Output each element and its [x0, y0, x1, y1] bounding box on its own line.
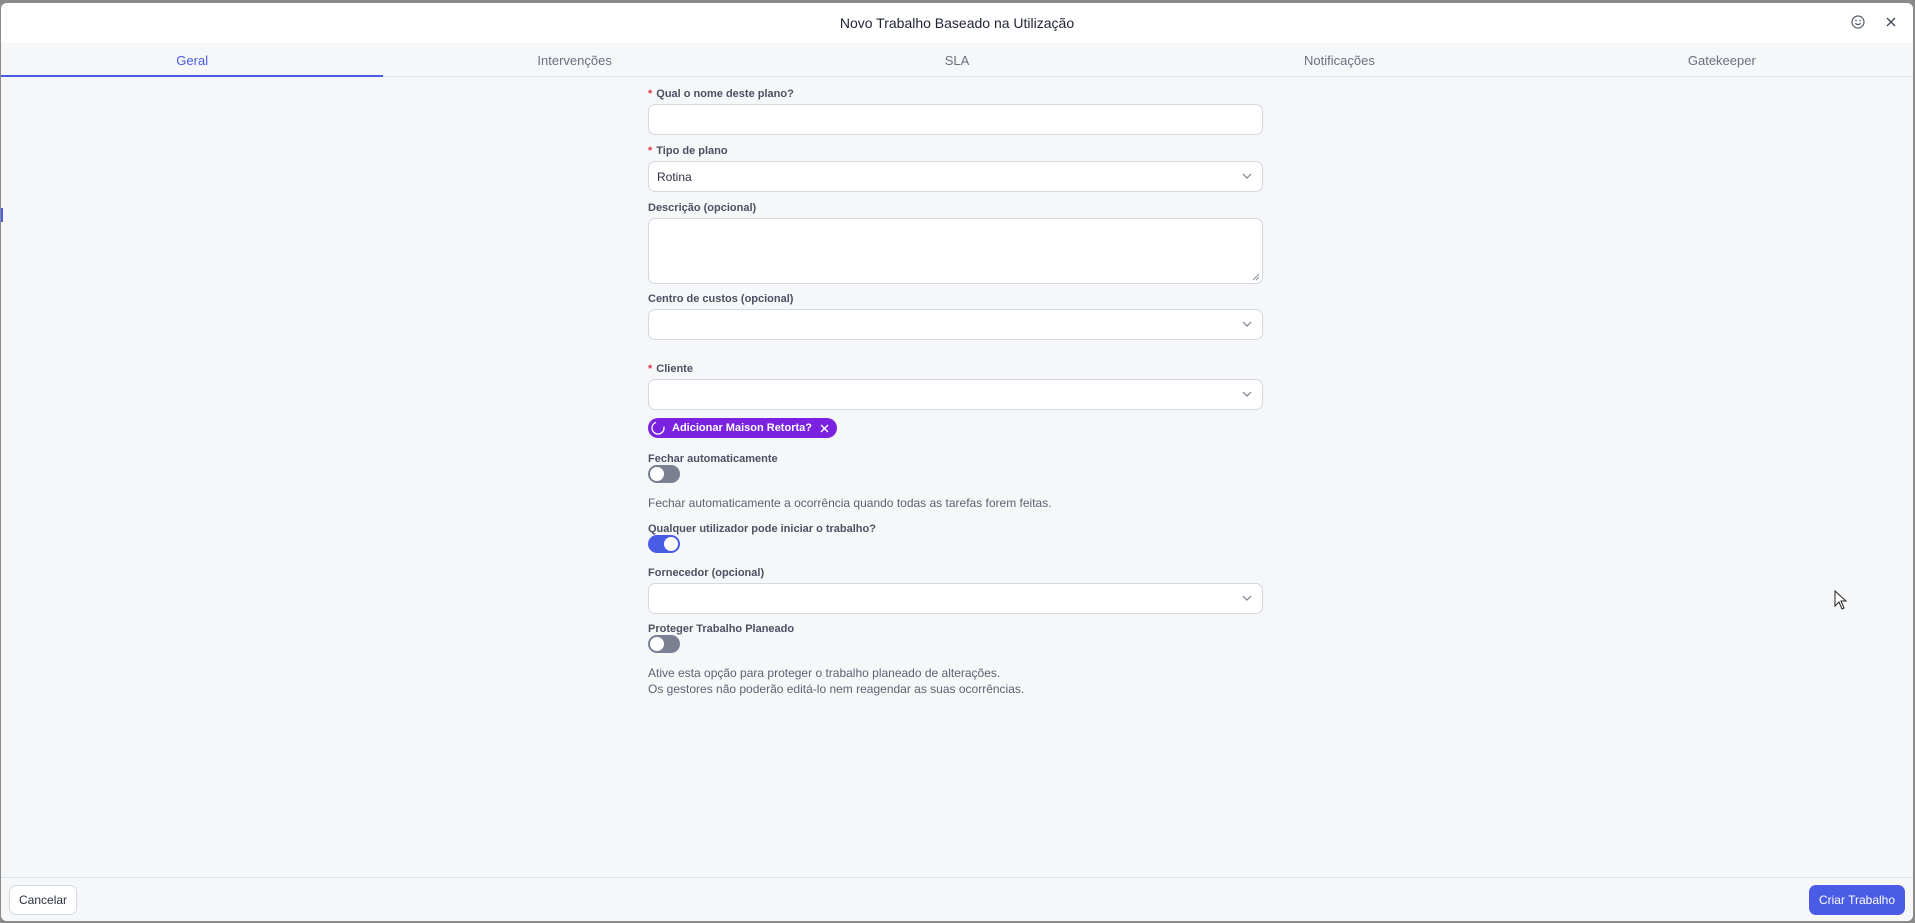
- auto-close-help: Fechar automaticamente a ocorrência quan…: [648, 496, 1052, 510]
- tab-geral[interactable]: Geral: [1, 43, 384, 77]
- tab-bar: Geral Intervenções SLA Notificações Gate…: [1, 43, 1913, 77]
- add-client-suggestion-chip[interactable]: Adicionar Maison Retorta?: [648, 418, 837, 438]
- plan-type-value: Rotina: [657, 170, 692, 184]
- plan-name-input[interactable]: [648, 104, 1263, 135]
- smiley-icon[interactable]: [1849, 13, 1867, 31]
- tab-notificacoes[interactable]: Notificações: [1148, 43, 1530, 76]
- cost-center-select[interactable]: [648, 309, 1263, 340]
- description-field: Descrição (opcional): [648, 201, 1264, 284]
- close-icon[interactable]: [1882, 13, 1900, 31]
- create-job-button[interactable]: Criar Trabalho: [1808, 885, 1905, 915]
- chevron-down-icon: [1242, 391, 1252, 397]
- client-label: * Cliente: [648, 363, 693, 375]
- plan-type-select[interactable]: Rotina: [648, 161, 1263, 192]
- cancel-button[interactable]: Cancelar: [9, 885, 78, 915]
- auto-close-toggle[interactable]: [648, 465, 680, 483]
- protect-field: Proteger Trabalho Planeado: [648, 622, 1264, 636]
- protect-help-line2: Os gestores não poderão editá-lo nem rea…: [648, 682, 1025, 696]
- plan-name-label: * Qual o nome deste plano?: [648, 88, 794, 100]
- any-user-field: Qualquer utilizador pode iniciar o traba…: [648, 522, 1264, 536]
- title-bar: Novo Trabalho Baseado na Utilização: [1, 3, 1913, 43]
- chevron-down-icon: [1242, 173, 1252, 179]
- plan-type-label: * Tipo de plano: [648, 145, 728, 157]
- description-textarea[interactable]: [648, 218, 1263, 284]
- tab-gatekeeper[interactable]: Gatekeeper: [1531, 43, 1913, 76]
- plan-name-field: * Qual o nome deste plano?: [648, 87, 1264, 135]
- chevron-down-icon: [1242, 321, 1252, 327]
- dialog-title: Novo Trabalho Baseado na Utilização: [839, 15, 1075, 31]
- protect-toggle[interactable]: [648, 635, 680, 653]
- dialog-footer: Cancelar Criar Trabalho: [1, 877, 1913, 921]
- side-marker: [1, 208, 3, 222]
- dialog-window: Novo Trabalho Baseado na Utilização Gera…: [1, 3, 1913, 921]
- auto-close-field: Fechar automaticamente: [648, 452, 1264, 466]
- chevron-down-icon: [1242, 595, 1252, 601]
- protect-help-line1: Ative esta opção para proteger o trabalh…: [648, 666, 1001, 680]
- supplier-label: Fornecedor (opcional): [648, 567, 765, 579]
- tab-sla[interactable]: SLA: [766, 43, 1148, 76]
- any-user-label: Qualquer utilizador pode iniciar o traba…: [648, 523, 876, 535]
- refresh-icon: [651, 421, 665, 435]
- toggle-knob: [650, 467, 664, 481]
- x-icon[interactable]: [820, 424, 829, 433]
- toggle-knob: [664, 537, 678, 551]
- cost-center-field: Centro de custos (opcional): [648, 292, 1264, 340]
- any-user-toggle[interactable]: [648, 535, 680, 553]
- plan-type-field: * Tipo de plano Rotina: [648, 144, 1264, 192]
- resize-grip-icon[interactable]: [1252, 273, 1260, 281]
- mouse-cursor-icon: [1834, 590, 1848, 610]
- toggle-knob: [650, 637, 664, 651]
- tab-intervencoes[interactable]: Intervenções: [383, 43, 765, 76]
- chip-client-name: Maison Retorta?: [725, 422, 812, 434]
- client-select[interactable]: [648, 379, 1263, 410]
- chip-prefix: Adicionar: [672, 422, 726, 434]
- auto-close-label: Fechar automaticamente: [648, 453, 778, 465]
- supplier-select[interactable]: [648, 583, 1263, 614]
- description-label: Descrição (opcional): [648, 202, 757, 214]
- supplier-field: Fornecedor (opcional): [648, 566, 1264, 614]
- cost-center-label: Centro de custos (opcional): [648, 293, 794, 305]
- protect-label: Proteger Trabalho Planeado: [648, 623, 795, 635]
- client-field: * Cliente: [648, 362, 1264, 410]
